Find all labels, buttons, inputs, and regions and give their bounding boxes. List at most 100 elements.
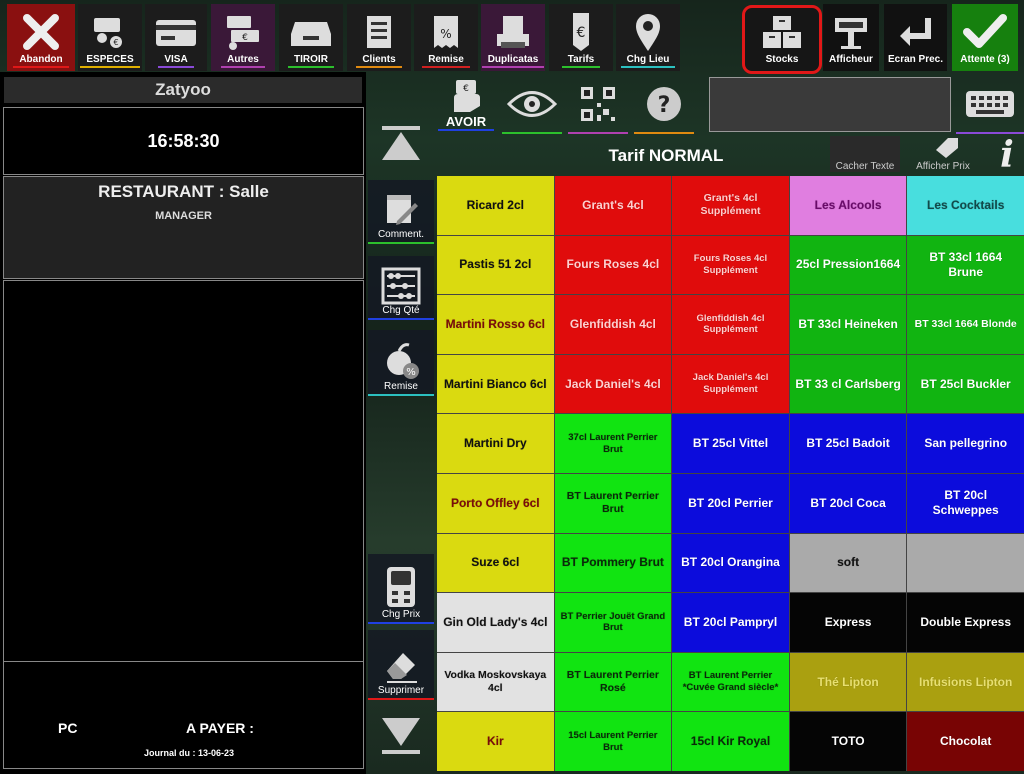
product-button[interactable]: BT 20cl Orangina — [672, 533, 789, 593]
other-payment-icon: € — [221, 10, 265, 54]
help-button[interactable]: ? — [634, 76, 694, 134]
product-button[interactable]: Express — [789, 593, 907, 652]
product-button[interactable]: Ricard 2cl — [437, 176, 554, 235]
scroll-down-button[interactable] — [368, 708, 434, 764]
product-button[interactable]: BT 20cl Pampryl — [672, 593, 789, 652]
product-button[interactable]: 15cl Laurent Perrier Brut — [554, 712, 672, 771]
product-button[interactable]: Jack Daniel's 4cl — [554, 354, 672, 414]
product-button[interactable]: Chocolat — [907, 712, 1024, 771]
product-button[interactable]: Glenfiddish 4cl Supplément — [672, 295, 789, 354]
product-button[interactable]: Double Express — [907, 593, 1024, 652]
scroll-up-button[interactable] — [368, 102, 434, 166]
product-button[interactable] — [907, 533, 1024, 593]
product-button[interactable]: San pellegrino — [907, 414, 1024, 473]
tiroir-button[interactable]: TIROIR — [279, 4, 343, 71]
tarifs-button[interactable]: € Tarifs — [549, 4, 613, 71]
cash-icon: € — [88, 10, 132, 54]
close-icon — [19, 10, 63, 54]
view-button[interactable] — [502, 76, 562, 134]
product-button[interactable]: Grant's 4cl Supplément — [672, 176, 789, 235]
abacus-icon — [381, 267, 421, 305]
info-icon[interactable]: i — [992, 134, 1022, 176]
product-button[interactable]: BT 20cl Schweppes — [907, 473, 1024, 533]
product-button[interactable]: 15cl Kir Royal — [672, 712, 789, 771]
product-button[interactable]: TOTO — [789, 712, 907, 771]
product-button[interactable]: BT Laurent Perrier Rosé — [554, 652, 672, 712]
product-button[interactable]: BT 25cl Badoit — [789, 414, 907, 473]
remise-side-button[interactable]: % Remise — [368, 330, 434, 396]
product-button[interactable]: Kir — [437, 712, 554, 771]
product-button[interactable]: Martini Rosso 6cl — [437, 295, 554, 354]
boxes-icon — [760, 10, 804, 54]
chg-prix-button[interactable]: Chg Prix — [368, 554, 434, 624]
ticket-footer: PC A PAYER : Journal du : 13-06-23 — [3, 661, 364, 769]
product-button[interactable]: Thé Lipton — [789, 652, 907, 712]
duplicatas-button[interactable]: Duplicatas — [481, 4, 545, 71]
price-tag-icon: € — [559, 10, 603, 54]
remise-side-label: Remise — [368, 381, 434, 396]
product-button[interactable]: BT Pommery Brut — [554, 533, 672, 593]
tag-icon — [936, 138, 958, 158]
product-button[interactable]: Suze 6cl — [437, 533, 554, 593]
eye-icon — [507, 91, 557, 117]
product-button[interactable]: soft — [789, 533, 907, 593]
chg-lieu-button[interactable]: Chg Lieu — [616, 4, 680, 71]
svg-text:€: € — [242, 33, 248, 43]
product-button[interactable]: BT 25cl Vittel — [672, 414, 789, 473]
ticket-items-list[interactable] — [3, 280, 364, 662]
attente-button[interactable]: Attente (3) — [952, 4, 1018, 71]
especes-button[interactable]: € ESPECES — [78, 4, 142, 71]
product-button[interactable]: 37cl Laurent Perrier Brut — [554, 414, 672, 473]
product-button[interactable]: BT 33cl Heineken — [789, 295, 907, 354]
product-button[interactable]: Glenfiddish 4cl — [554, 295, 672, 354]
svg-text:%: % — [440, 27, 451, 41]
visa-button[interactable]: VISA — [145, 4, 207, 71]
abandon-button[interactable]: Abandon — [7, 4, 75, 71]
product-button[interactable]: Les Cocktails — [907, 176, 1024, 235]
ecran-prec-button[interactable]: Ecran Prec. — [884, 4, 947, 71]
product-button[interactable]: BT Perrier Jouët Grand Brut — [554, 593, 672, 652]
remise-toolbar-label: Remise — [422, 54, 470, 68]
svg-text:?: ? — [658, 93, 671, 118]
visa-label: VISA — [158, 54, 194, 68]
autres-button[interactable]: € Autres — [211, 4, 275, 71]
product-button[interactable]: Grant's 4cl — [554, 176, 672, 235]
product-button[interactable]: BT Laurent Perrier *Cuvée Grand siècle* — [672, 652, 789, 712]
qr-code-button[interactable] — [568, 76, 628, 134]
cacher-texte-button[interactable]: Cacher Texte — [830, 136, 900, 172]
stocks-button[interactable]: Stocks — [742, 5, 822, 74]
chg-qte-button[interactable]: Chg Qté — [368, 256, 434, 320]
avoir-button[interactable]: € AVOIR — [436, 76, 496, 134]
product-button[interactable]: Martini Bianco 6cl — [437, 354, 554, 414]
remise-toolbar-button[interactable]: % Remise — [414, 4, 478, 71]
product-button[interactable]: Infusions Lipton — [907, 652, 1024, 712]
product-button[interactable]: Porto Offley 6cl — [437, 473, 554, 533]
product-button[interactable]: Gin Old Lady's 4cl — [437, 593, 554, 652]
product-button[interactable]: Jack Daniel's 4cl Supplément — [672, 354, 789, 414]
svg-text:%: % — [406, 367, 416, 378]
product-button[interactable]: BT 25cl Buckler — [907, 354, 1024, 414]
printer-icon — [491, 10, 535, 54]
product-button[interactable]: BT 20cl Perrier — [672, 473, 789, 533]
product-button[interactable]: BT 20cl Coca — [789, 473, 907, 533]
afficher-prix-button[interactable]: Afficher Prix — [908, 136, 978, 172]
search-display-field[interactable] — [709, 77, 951, 132]
question-icon: ? — [647, 87, 681, 121]
product-button[interactable]: BT 33cl 1664 Blonde — [907, 295, 1024, 354]
afficheur-button[interactable]: Afficheur — [823, 4, 879, 71]
product-button[interactable]: BT Laurent Perrier Brut — [554, 473, 672, 533]
svg-text:€: € — [113, 38, 118, 47]
product-button[interactable]: Martini Dry — [437, 414, 554, 473]
keyboard-button[interactable] — [956, 76, 1024, 134]
comment-button[interactable]: Comment. — [368, 180, 434, 244]
product-button[interactable]: Fours Roses 4cl Supplément — [672, 235, 789, 295]
product-button[interactable]: BT 33 cl Carlsberg — [789, 354, 907, 414]
product-button[interactable]: Les Alcools — [789, 176, 907, 235]
clients-button[interactable]: Clients — [347, 4, 411, 71]
supprimer-button[interactable]: Supprimer — [368, 630, 434, 700]
product-button[interactable]: Vodka Moskovskaya 4cl — [437, 652, 554, 712]
product-button[interactable]: BT 33cl 1664 Brune — [907, 235, 1024, 295]
product-button[interactable]: 25cl Pression1664 — [789, 235, 907, 295]
product-button[interactable]: Fours Roses 4cl — [554, 235, 672, 295]
product-button[interactable]: Pastis 51 2cl — [437, 235, 554, 295]
